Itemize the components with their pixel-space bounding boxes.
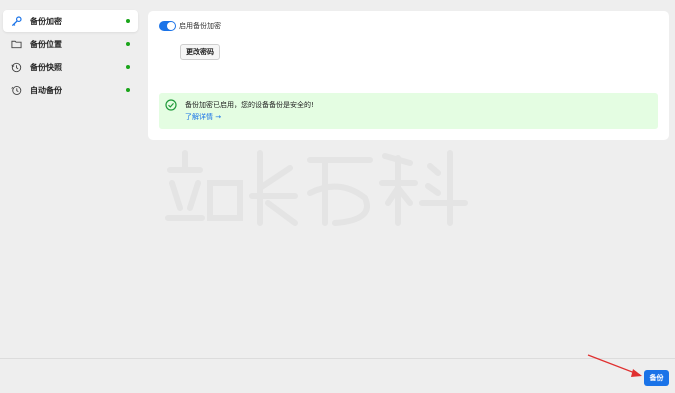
sidebar-item-label: 备份加密 — [30, 16, 62, 26]
key-icon — [10, 15, 22, 27]
footer-divider — [0, 358, 675, 359]
sidebar-item-label: 备份快照 — [30, 62, 62, 72]
status-dot — [126, 88, 130, 92]
check-circle-icon — [165, 99, 177, 111]
status-dot — [126, 19, 130, 23]
toggle-knob — [167, 22, 175, 30]
change-password-button[interactable]: 更改密码 — [180, 44, 220, 60]
sidebar-item-label: 备份位置 — [30, 39, 62, 49]
clock-icon — [10, 84, 22, 96]
notice-text: 备份加密已启用，您的设备备份是安全的! — [185, 101, 314, 109]
sidebar-item-encryption[interactable]: 备份加密 — [3, 10, 138, 32]
status-dot — [126, 65, 130, 69]
sidebar-item-label: 自动备份 — [30, 85, 62, 95]
folder-icon — [10, 38, 22, 50]
encryption-panel: 启用备份加密 更改密码 备份加密已启用，您的设备备份是安全的! 了解详情 → — [148, 11, 669, 140]
encryption-toggle[interactable] — [159, 21, 176, 31]
learn-more-link[interactable]: 了解详情 → — [185, 112, 221, 122]
sidebar-item-auto-backup[interactable]: 自动备份 — [3, 79, 138, 101]
sidebar: 备份加密 备份位置 备份快照 自动备份 — [3, 10, 138, 102]
sidebar-item-snapshot[interactable]: 备份快照 — [3, 56, 138, 78]
encryption-toggle-label: 启用备份加密 — [179, 22, 221, 30]
watermark-logo — [165, 150, 468, 226]
snapshot-icon — [10, 61, 22, 73]
sidebar-item-location[interactable]: 备份位置 — [3, 33, 138, 55]
backup-button[interactable]: 备份 — [644, 370, 669, 386]
status-dot — [126, 42, 130, 46]
annotation-arrow-icon — [587, 354, 642, 377]
encryption-toggle-row: 启用备份加密 — [159, 21, 221, 31]
encryption-status-notice: 备份加密已启用，您的设备备份是安全的! 了解详情 → — [159, 93, 658, 129]
